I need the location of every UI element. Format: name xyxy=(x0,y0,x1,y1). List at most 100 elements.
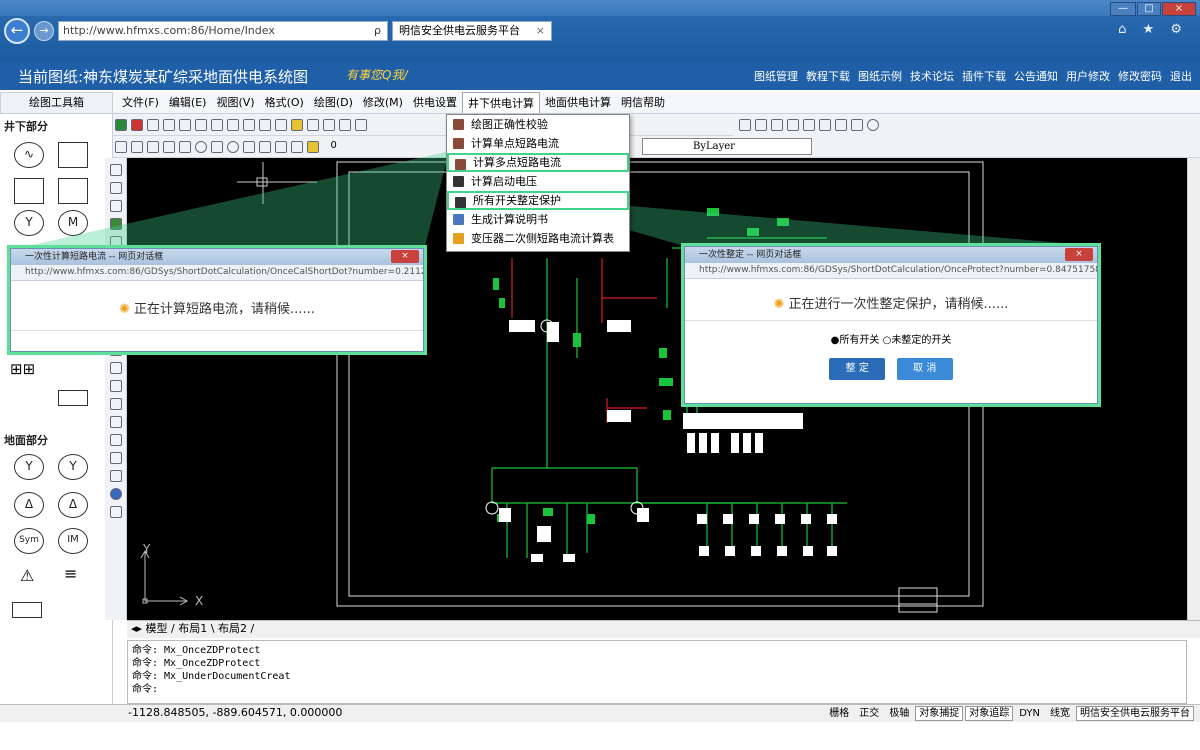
browser-nav-icons[interactable]: ⌂ ★ ⚙ xyxy=(1118,22,1188,37)
text-icon[interactable] xyxy=(275,141,287,153)
radio-unset-switches[interactable]: ○未整定的开关 xyxy=(883,335,952,346)
linetype-select[interactable]: ByLayer xyxy=(642,138,812,155)
link-tutorial-download[interactable]: 教程下载 xyxy=(806,68,850,84)
menu-format[interactable]: 格式(O) xyxy=(260,92,309,113)
dialog-close-button[interactable]: × xyxy=(391,250,419,263)
layer-state-icon[interactable] xyxy=(307,141,319,153)
dd-gen-manual[interactable]: 生成计算说明书 xyxy=(447,210,629,229)
yy2-transformer-icon[interactable]: Y xyxy=(58,454,88,480)
link-drawing-examples[interactable]: 图纸示例 xyxy=(858,68,902,84)
print-icon[interactable] xyxy=(147,119,159,131)
line-icon[interactable] xyxy=(115,141,127,153)
help-icon[interactable] xyxy=(109,488,122,500)
tool-20-icon[interactable] xyxy=(109,506,122,518)
menu-modify[interactable]: 修改(M) xyxy=(358,92,408,113)
dim-aligned-icon[interactable] xyxy=(739,119,751,131)
induction-motor-icon[interactable]: IM xyxy=(58,528,88,554)
delta-transformer-icon[interactable]: Δ xyxy=(14,492,44,518)
motor-icon[interactable]: M xyxy=(58,210,88,236)
frame-icon[interactable] xyxy=(12,602,42,618)
confirm-setting-button[interactable]: 整 定 xyxy=(829,358,886,380)
tool-4-icon[interactable] xyxy=(109,218,122,230)
redo-icon[interactable] xyxy=(179,119,191,131)
zoom-out-icon[interactable] xyxy=(243,119,255,131)
delta2-transformer-icon[interactable]: Δ xyxy=(58,492,88,518)
ellipse-icon[interactable] xyxy=(227,141,239,153)
link-user-edit[interactable]: 用户修改 xyxy=(1066,68,1110,84)
ground-icon[interactable]: ⚠ xyxy=(20,566,34,585)
toggle-otrack[interactable]: 对象追踪 xyxy=(965,706,1014,721)
zoom-window-icon[interactable] xyxy=(259,119,271,131)
pdf-icon[interactable] xyxy=(131,119,143,131)
switch2-icon[interactable] xyxy=(58,178,88,204)
switch-icon[interactable] xyxy=(14,178,44,204)
search-icon[interactable]: ρ xyxy=(374,22,381,40)
help-circle-icon[interactable] xyxy=(867,119,879,131)
menu-file[interactable]: 文件(F) xyxy=(117,92,164,113)
current-layer[interactable]: 0 xyxy=(331,140,337,151)
forward-arrow-icon[interactable]: → xyxy=(34,21,54,41)
transformer-icon[interactable]: Y xyxy=(14,210,44,236)
tool-14-icon[interactable] xyxy=(109,398,122,410)
realtime-zoom-icon[interactable] xyxy=(323,119,335,131)
back-arrow-icon[interactable]: ← xyxy=(4,18,30,44)
rectangle-icon[interactable] xyxy=(163,141,175,153)
link-drawing-manage[interactable]: 图纸管理 xyxy=(754,68,798,84)
link-logout[interactable]: 退出 xyxy=(1170,68,1192,84)
tool-2-icon[interactable] xyxy=(109,182,122,194)
bulb-icon[interactable] xyxy=(291,119,303,131)
tool-15-icon[interactable] xyxy=(109,416,122,428)
dim-angle-icon[interactable] xyxy=(755,119,767,131)
regen-icon[interactable] xyxy=(307,119,319,131)
maximize-button[interactable]: □ xyxy=(1137,2,1161,16)
menu-surface-calc[interactable]: 地面供电计算 xyxy=(540,92,616,113)
spline-icon[interactable] xyxy=(211,141,223,153)
cable-icon[interactable] xyxy=(58,390,88,406)
ac-source-icon[interactable]: ∿ xyxy=(14,142,44,168)
tab-layout2[interactable]: 布局2 xyxy=(218,622,247,635)
menu-edit[interactable]: 编辑(E) xyxy=(164,92,212,113)
link-change-password[interactable]: 修改密码 xyxy=(1118,68,1162,84)
tab-layout1[interactable]: 布局1 xyxy=(178,622,207,635)
tool-1-icon[interactable] xyxy=(109,164,122,176)
extend-icon[interactable] xyxy=(819,119,831,131)
close-window-button[interactable]: × xyxy=(1162,2,1196,16)
trim-icon[interactable] xyxy=(803,119,815,131)
measure-icon[interactable] xyxy=(851,119,863,131)
zoom-extent-icon[interactable] xyxy=(275,119,287,131)
layer-icon[interactable] xyxy=(291,141,303,153)
dd-all-protect[interactable]: 所有开关整定保护 xyxy=(447,191,629,210)
radio-all-switches[interactable]: ●所有开关 xyxy=(831,335,880,346)
sync-motor-icon[interactable]: Sym xyxy=(14,528,44,554)
breaker-icon[interactable] xyxy=(58,142,88,168)
menu-underground-calc[interactable]: 井下供电计算 xyxy=(461,92,540,113)
tool-12-icon[interactable] xyxy=(109,362,122,374)
section-surface[interactable]: 地面部分 xyxy=(4,432,48,448)
yy-transformer-icon[interactable]: Y xyxy=(14,454,44,480)
pencil-icon[interactable] xyxy=(355,119,367,131)
zoom-icon[interactable] xyxy=(211,119,223,131)
command-line[interactable]: 命令: Mx_OnceZDProtect 命令: Mx_OnceZDProtec… xyxy=(127,640,1187,704)
menu-help[interactable]: 明信帮助 xyxy=(616,92,670,113)
tool-13-icon[interactable] xyxy=(109,380,122,392)
busbar-icon[interactable]: ⊞⊞ xyxy=(10,360,35,378)
dd-check-drawing[interactable]: 绘图正确性校验 xyxy=(447,115,629,134)
pan-icon[interactable] xyxy=(195,119,207,131)
link-forum[interactable]: 技术论坛 xyxy=(910,68,954,84)
dd-multi-short[interactable]: 计算多点短路电流 xyxy=(447,153,629,172)
menu-draw[interactable]: 绘图(D) xyxy=(309,92,358,113)
tool-5-icon[interactable] xyxy=(109,236,122,248)
dd-start-voltage[interactable]: 计算启动电压 xyxy=(447,172,629,191)
link-announcements[interactable]: 公告通知 xyxy=(1014,68,1058,84)
polygon-icon[interactable] xyxy=(147,141,159,153)
tab-model[interactable]: 模型 xyxy=(146,622,168,635)
point-icon[interactable] xyxy=(259,141,271,153)
arc-icon[interactable] xyxy=(179,141,191,153)
toggle-polar[interactable]: 极轴 xyxy=(885,706,913,721)
browser-tab[interactable]: 明信安全供电云服务平台 × xyxy=(392,21,552,41)
vertical-scrollbar[interactable] xyxy=(1187,158,1200,620)
cloud-icon[interactable] xyxy=(243,141,255,153)
tab-nav-icon[interactable]: ◂▸ xyxy=(131,622,142,635)
tab-close-icon[interactable]: × xyxy=(536,22,545,40)
menu-power-settings[interactable]: 供电设置 xyxy=(408,92,462,113)
